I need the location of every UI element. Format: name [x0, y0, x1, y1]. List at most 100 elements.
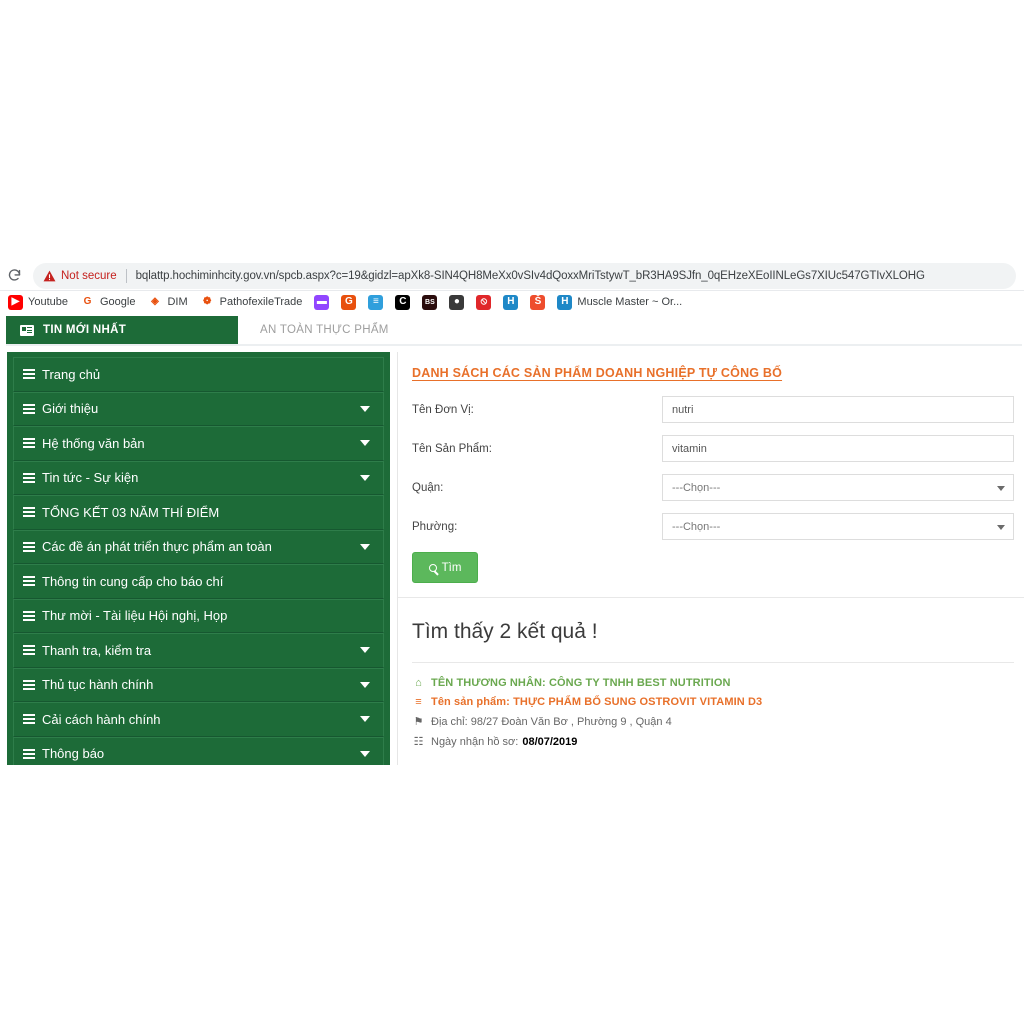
- warning-triangle-icon: [43, 270, 56, 282]
- bookmark-label: PathofexileTrade: [220, 296, 303, 308]
- result-item[interactable]: ⌂ TÊN THƯƠNG NHÂN: CÔNG TY TNHH BEST NUTR…: [412, 662, 1014, 765]
- sidebar-item[interactable]: Hệ thống văn bản: [13, 426, 384, 461]
- news-icon: [20, 325, 34, 336]
- search-panel: DANH SÁCH CÁC SẢN PHẨM DOANH NGHIỆP TỰ C…: [398, 352, 1024, 598]
- bookmark-item[interactable]: ≡: [362, 292, 389, 312]
- bookmark-item[interactable]: GGoogle: [74, 292, 141, 312]
- calendar-icon: ☷: [412, 735, 425, 748]
- list-bars-icon: [23, 542, 35, 552]
- bookmark-item[interactable]: H Muscle Master ~ Or...: [551, 292, 688, 312]
- google-g-icon: G: [341, 295, 356, 310]
- bookmark-item[interactable]: ◈DIM: [141, 292, 193, 312]
- home-icon: ⌂: [412, 677, 425, 689]
- url-divider: [126, 269, 127, 283]
- sidebar-item[interactable]: Thông tin cung cấp cho báo chí: [13, 564, 384, 599]
- select-field[interactable]: ---Chọn---: [662, 474, 1014, 501]
- chevron-down-icon[interactable]: [360, 751, 370, 757]
- sidebar-item-label: Thủ tục hành chính: [42, 677, 360, 692]
- sidebar-item-label: Cải cách hành chính: [42, 712, 360, 727]
- reload-icon[interactable]: [6, 267, 23, 284]
- select-field[interactable]: ---Chọn---: [662, 513, 1014, 540]
- chevron-down-icon[interactable]: [360, 475, 370, 481]
- sidebar-item-label: Thư mời - Tài liệu Hội nghị, Họp: [42, 608, 373, 623]
- sidebar-item-label: Trang chủ: [42, 367, 373, 382]
- bookmark-item[interactable]: Š: [524, 292, 551, 312]
- content-title-wrap: DANH SÁCH CÁC SẢN PHẨM DOANH NGHIỆP TỰ C…: [408, 360, 1018, 396]
- sidebar-item[interactable]: Tin tức - Sự kiện: [13, 461, 384, 496]
- chevron-down-icon[interactable]: [360, 406, 370, 412]
- chevron-down-icon[interactable]: [997, 486, 1005, 491]
- bookmark-item[interactable]: ▶Youtube: [2, 292, 74, 312]
- list-bars-icon: [23, 645, 35, 655]
- bookmark-item[interactable]: ⦸: [470, 292, 497, 312]
- sidebar-item[interactable]: Cải cách hành chính: [13, 702, 384, 737]
- bookmark-item[interactable]: C: [389, 292, 416, 312]
- h-badge-blue2-icon: H: [557, 295, 572, 310]
- h-badge-blue-icon: H: [503, 295, 518, 310]
- result-text: TÊN THƯƠNG NHÂN: CÔNG TY TNHH BEST NUTRI…: [431, 677, 731, 689]
- search-button-label: Tìm: [442, 562, 462, 574]
- sidebar-item[interactable]: Thanh tra, kiểm tra: [13, 633, 384, 668]
- url-text: bqlattp.hochiminhcity.gov.vn/spcb.aspx?c…: [136, 270, 925, 282]
- list-bars-icon: [23, 749, 35, 759]
- chevron-down-icon[interactable]: [997, 525, 1005, 530]
- sidebar-item-label: Giới thiệu: [42, 401, 360, 416]
- sidebar-item[interactable]: Các đề án phát triển thực phẩm an toàn: [13, 530, 384, 565]
- chevron-down-icon[interactable]: [360, 682, 370, 688]
- results-section: Tìm thấy 2 kết quả ! ⌂ TÊN THƯƠNG NHÂN: C…: [398, 598, 1024, 765]
- sidebar-item-label: Thanh tra, kiểm tra: [42, 643, 360, 658]
- list-bars-icon: [23, 404, 35, 414]
- result-text: Tên sản phẩm: THỰC PHẨM BỔ SUNG OSTROVIT…: [431, 696, 762, 708]
- text-input[interactable]: nutri: [662, 396, 1014, 423]
- chevron-down-icon[interactable]: [360, 716, 370, 722]
- result-line: ≡ Tên sản phẩm: THỰC PHẨM BỔ SUNG OSTROVI…: [412, 696, 1014, 708]
- bs-badge-icon: BS: [422, 295, 437, 310]
- dim-icon: ◈: [147, 295, 162, 310]
- list-bars-icon: [23, 438, 35, 448]
- magnifier-icon: [429, 564, 437, 572]
- field-value: nutri: [672, 404, 693, 416]
- bookmark-item[interactable]: BS: [416, 292, 443, 312]
- field-value: ---Chọn---: [672, 521, 720, 533]
- sidebar-item[interactable]: Thông báo: [13, 737, 384, 766]
- search-button[interactable]: Tìm: [412, 552, 478, 583]
- bookmark-item[interactable]: ●: [443, 292, 470, 312]
- sidebar-item[interactable]: Trang chủ: [13, 357, 384, 392]
- result-text: Địa chỉ: 98/27 Đoàn Văn Bơ , Phường 9 , …: [431, 716, 672, 728]
- field-value: ---Chọn---: [672, 482, 720, 494]
- page-title: DANH SÁCH CÁC SẢN PHẨM DOANH NGHIỆP TỰ C…: [412, 366, 782, 380]
- chevron-down-icon[interactable]: [360, 440, 370, 446]
- security-status-label: Not secure: [61, 270, 117, 282]
- sidebar-item-label: TỔNG KẾT 03 NĂM THÍ ĐIỂM: [42, 505, 373, 520]
- results-heading: Tìm thấy 2 kết quả !: [412, 620, 1014, 644]
- tab-underline: [6, 344, 1022, 346]
- blue-square-icon: ≡: [368, 295, 383, 310]
- form-row: Phường:---Chọn---: [408, 513, 1018, 540]
- bookmark-item[interactable]: H: [497, 292, 524, 312]
- page-viewport: TIN MỚI NHẤT AN TOÀN THỰC PHẨM Trang chủ G…: [0, 314, 1024, 765]
- address-bar[interactable]: Not secure bqlattp.hochiminhcity.gov.vn/…: [33, 263, 1016, 289]
- google-icon: G: [80, 295, 95, 310]
- dark-circle-icon: ●: [449, 295, 464, 310]
- chevron-down-icon[interactable]: [360, 544, 370, 550]
- chevron-down-icon[interactable]: [360, 647, 370, 653]
- pathofexile-icon: ❁: [200, 295, 215, 310]
- list-bars-icon: [23, 369, 35, 379]
- bookmark-item[interactable]: G: [335, 292, 362, 312]
- sidebar-item[interactable]: Thủ tục hành chính: [13, 668, 384, 703]
- screenshot-root: Not secure bqlattp.hochiminhcity.gov.vn/…: [0, 0, 1024, 1024]
- sidebar-item[interactable]: Thư mời - Tài liệu Hội nghị, Họp: [13, 599, 384, 634]
- bookmark-label: Muscle Master ~ Or...: [577, 296, 682, 308]
- bookmark-item[interactable]: ▬: [308, 292, 335, 312]
- sidebar-item-label: Các đề án phát triển thực phẩm an toàn: [42, 539, 360, 554]
- form-row: Tên Sản Phẩm:vitamin: [408, 435, 1018, 462]
- list-icon: ≡: [412, 696, 425, 708]
- sidebar-item[interactable]: Giới thiệu: [13, 392, 384, 427]
- sidebar-item[interactable]: TỔNG KẾT 03 NĂM THÍ ĐIỂM: [13, 495, 384, 530]
- omnibox-row: Not secure bqlattp.hochiminhcity.gov.vn/…: [0, 261, 1024, 291]
- text-input[interactable]: vitamin: [662, 435, 1014, 462]
- bookmark-item[interactable]: ❁ PathofexileTrade: [194, 292, 309, 312]
- site-tab-latest-news[interactable]: TIN MỚI NHẤT: [6, 316, 238, 344]
- list-bars-icon: [23, 714, 35, 724]
- site-tab-food-safety[interactable]: AN TOÀN THỰC PHẨM: [246, 316, 403, 344]
